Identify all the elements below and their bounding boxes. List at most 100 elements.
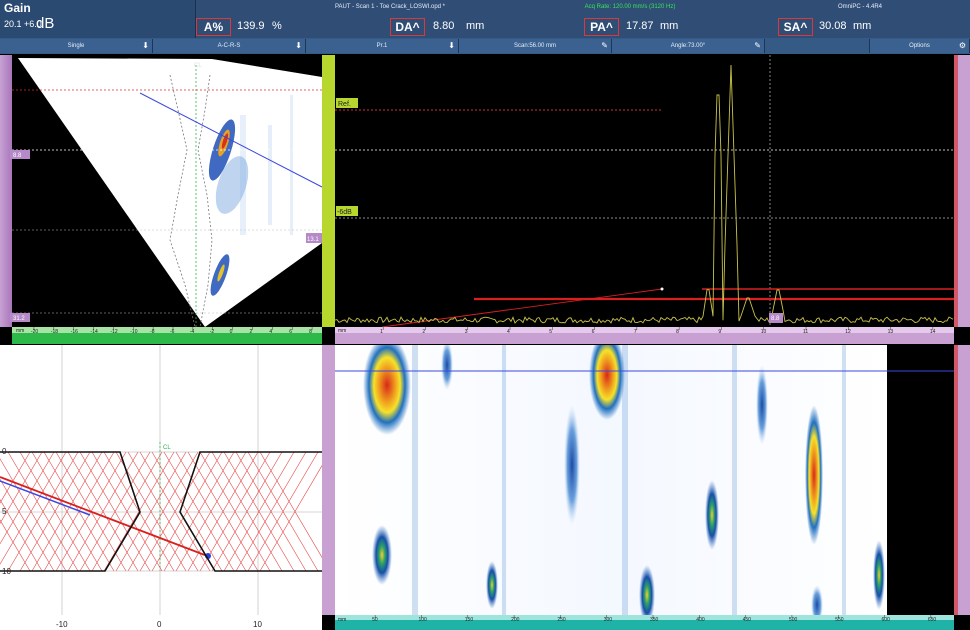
menu-view-acrs[interactable]: A-C-R-S ⬇ [153, 39, 306, 53]
reading-a-percent-label[interactable]: A% [196, 18, 231, 36]
menu-probe[interactable]: Pr.1 ⬇ [306, 39, 459, 53]
axis-tick-label: 250 [557, 617, 566, 623]
reading-sa-unit: mm [853, 20, 872, 32]
reading-da-label[interactable]: DA^ [390, 18, 425, 36]
ascan-waveform [334, 64, 954, 324]
readings-bar: Gain 20.1 +6.0 dB PAUT - Scan 1 - Toe Cr… [0, 0, 970, 38]
axis-tick-label: 7 [634, 329, 637, 335]
weld-overlay-panel[interactable]: CL 0 5 10 -10 0 10 [0, 345, 322, 630]
axis-tick-label: 550 [835, 617, 844, 623]
menu-angle[interactable]: Angle:73.00° ✎ [612, 39, 765, 53]
menu-label: Angle:73.00° [670, 43, 706, 49]
sscan-marker-top-text: 8.8 [13, 153, 22, 159]
axis-tick-label: -14 [91, 329, 98, 335]
axis-tick-label: 150 [465, 617, 474, 623]
ascan-peak-text: 8.8 [771, 316, 780, 322]
ascan-amplitude-axis[interactable] [322, 55, 335, 327]
overlay-probe-beam [0, 480, 91, 516]
reading-pa-unit: mm [660, 20, 679, 32]
reading-a-percent-unit: % [272, 20, 282, 32]
axis-tick-label: -4 [190, 329, 195, 335]
overlay-cl-label: CL [163, 445, 171, 451]
sscan-fan [18, 58, 322, 327]
cscan-axis-unit: mm [338, 617, 346, 623]
axis-tick-label: -10 [130, 329, 137, 335]
gain-unit: dB [36, 15, 55, 32]
cscan-view: mm 50 100 150 200 250 300 350 400 450 500 550 600 65… [322, 345, 970, 630]
axis-tick-label: 2 [422, 329, 425, 335]
weld-overlay-view: CL 0 5 10 -10 0 10 [0, 345, 322, 629]
sscan-cl-label: CL [194, 63, 202, 69]
beam-path [0, 451, 67, 565]
axis-tick-label: 8 [676, 329, 679, 335]
overlay-depth-10: 10 [2, 567, 11, 576]
reading-sa-label[interactable]: SA^ [778, 18, 813, 36]
reading-da-value: 8.80 [433, 20, 455, 32]
menu-scan-position[interactable]: Scan:56.00 mm ✎ [459, 39, 612, 53]
axis-tick-label: 0 [230, 329, 233, 335]
software-version: OmniPC - 4.4R4 [837, 4, 882, 10]
ascan-ref-label: Ref. [338, 101, 351, 108]
chevron-down-icon: ⬇ [142, 41, 149, 50]
ascan-view: Ref. -6dB 8.8 mm 1 2 3 4 5 6 7 8 9 10 11 12 13 14 [322, 55, 970, 344]
gain-control[interactable]: Gain 20.1 +6.0 dB [0, 0, 196, 38]
reading-da-unit: mm [466, 20, 485, 32]
axis-tick-label: -12 [110, 329, 117, 335]
menu-label: Pr.1 [376, 43, 388, 49]
axis-tick-label: -16 [71, 329, 78, 335]
axis-tick-label: 6 [592, 329, 595, 335]
beam-path [0, 458, 67, 572]
axis-tick-label: 12 [845, 329, 851, 335]
sscan-marker-right-text: 13.1 [307, 237, 319, 243]
axis-tick-label: -18 [51, 329, 58, 335]
menu-label: Options [909, 43, 930, 49]
ascan-panel[interactable]: Ref. -6dB 8.8 mm 1 2 3 4 5 6 7 8 9 10 11 12 13 14 [322, 55, 970, 345]
sscan-depth-axis[interactable] [0, 55, 12, 327]
reading-a-percent-value: 139.9 [237, 20, 265, 32]
menu-bar: Single ⬇ A-C-R-S ⬇ Pr.1 ⬇ Scan:56.00 mm … [0, 38, 970, 54]
beam-path [0, 451, 55, 545]
sscan-panel[interactable]: CL 8.8 13.1 31.2 mm -20 -18 -16 -14 -12 -10 -8… [0, 55, 322, 345]
axis-tick-label: 9 [718, 329, 721, 335]
reading-pa-label[interactable]: PA^ [584, 18, 619, 36]
axis-tick-label: 600 [882, 617, 891, 623]
menu-label: A-C-R-S [217, 43, 241, 49]
axis-tick-label: 4 [507, 329, 510, 335]
gain-label: Gain [4, 1, 31, 15]
pencil-icon: ✎ [754, 41, 761, 50]
menu-options[interactable]: Options ⚙ [870, 39, 970, 53]
menu-label: Single [67, 43, 85, 49]
menu-layout-single[interactable]: Single ⬇ [0, 39, 153, 53]
axis-tick-label: -2 [210, 329, 215, 335]
overlay-depth-0: 0 [2, 447, 7, 456]
reading-pa-value: 17.87 [626, 20, 654, 32]
axis-tick-label: 450 [743, 617, 752, 623]
axis-tick-label: 1 [380, 329, 383, 335]
pencil-icon: ✎ [601, 41, 608, 50]
chevron-down-icon: ⬇ [448, 41, 455, 50]
axis-tick-label: 400 [696, 617, 705, 623]
beam-path [259, 451, 322, 558]
settings-icon: ⚙ [958, 41, 966, 50]
ascan-tcg-point[interactable] [660, 287, 664, 291]
ascan-axis-unit: mm [338, 328, 346, 334]
overlay-beam-paths [0, 451, 322, 572]
cscan-index-axis[interactable] [322, 345, 335, 615]
acquisition-rate: Acq Rate: 120.00 mm/s (3120 Hz) [584, 4, 676, 10]
axis-tick-label: 350 [650, 617, 659, 623]
overlay-depth-5: 5 [2, 507, 7, 516]
axis-tick-label: 5 [549, 329, 552, 335]
sscan-ticks: -20 -18 -16 -14 -12 -10 -8 -6 -4 -2 0 2 4 6 8 [31, 327, 313, 335]
axis-tick-label: 13 [888, 329, 894, 335]
reading-sa-value: 30.08 [819, 20, 847, 32]
axis-tick-label: 6 [289, 329, 292, 335]
axis-tick-label: 500 [789, 617, 798, 623]
axis-tick-label: 11 [803, 329, 808, 335]
axis-tick-label: 300 [604, 617, 613, 623]
cscan-panel[interactable]: mm 50 100 150 200 250 300 350 400 450 500 550 600 65… [322, 345, 970, 630]
axis-tick-label: 650 [928, 617, 937, 623]
cscan-unscanned-area [887, 345, 954, 615]
axis-tick-label: -8 [150, 329, 155, 335]
chevron-down-icon: ⬇ [295, 41, 302, 50]
menu-spacer [765, 39, 870, 53]
